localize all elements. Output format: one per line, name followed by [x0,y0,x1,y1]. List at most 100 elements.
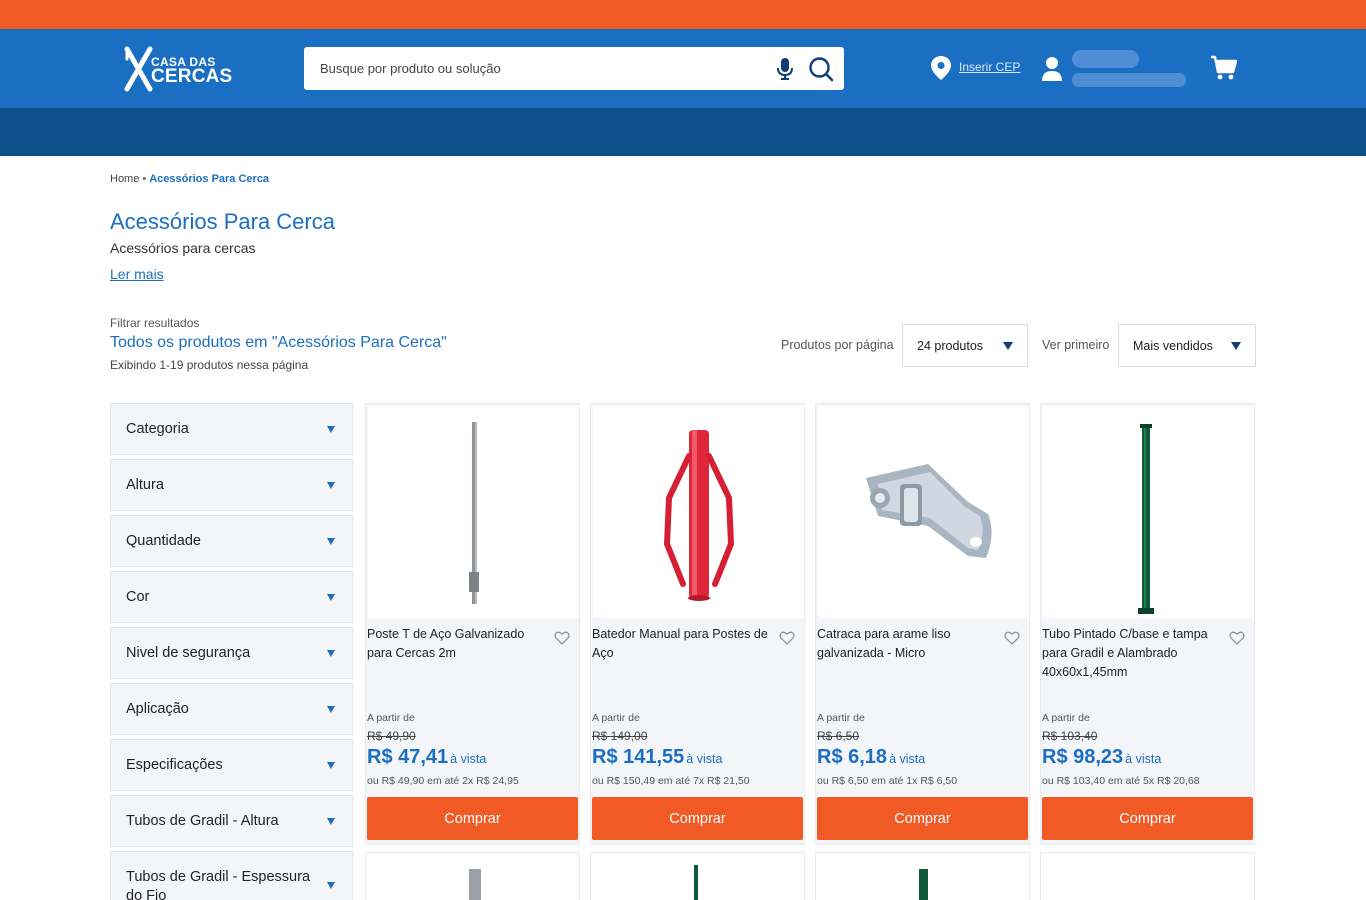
product-card[interactable] [590,852,805,900]
user-icon[interactable] [1041,56,1063,82]
location-pin-icon [931,56,951,80]
product-image[interactable] [818,406,1029,618]
cash-label: à vista [1125,752,1162,766]
page-title: Acessórios Para Cerca [110,209,335,234]
product-card[interactable] [365,852,580,900]
product-name[interactable]: Batedor Manual para Postes de Aço [592,625,772,663]
product-name[interactable]: Catraca para arame liso galvanizada - Mi… [817,625,997,663]
installments: ou R$ 6,50 em até 1x R$ 6,50 [817,775,958,787]
facet-nivel-seguranca[interactable]: Nivel de segurança [110,627,353,679]
facet-quantidade[interactable]: Quantidade [110,515,353,567]
user-name-placeholder [1072,50,1139,68]
cash-label: à vista [686,752,723,766]
filter-results-label: Filtrar resultados [110,316,200,330]
product-name[interactable]: Tubo Pintado C/base e tampa para Gradil … [1042,625,1222,682]
sort-value: Mais vendidos [1133,339,1213,353]
cash-label: à vista [450,752,487,766]
heart-icon[interactable] [1004,631,1020,645]
logo-x-mark [124,46,153,92]
facet-label: Tubos de Gradil - Altura [126,813,279,829]
product-card[interactable]: Catraca para arame liso galvanizada - Mi… [815,403,1030,845]
old-price: R$ 6,50 [817,729,860,743]
price-from-label: A partir de [1042,712,1090,724]
buy-button[interactable]: Comprar [592,797,803,840]
search-input[interactable] [304,47,764,90]
facet-cor[interactable]: Cor [110,571,353,623]
buy-button[interactable]: Comprar [817,797,1028,840]
facet-categoria[interactable]: Categoria [110,403,353,455]
price-value: R$ 47,41 [367,746,449,768]
product-card[interactable]: Tubo Pintado C/base e tampa para Gradil … [1040,403,1255,845]
per-page-select[interactable]: 24 produtos [902,324,1028,367]
facet-label: Quantidade [126,533,201,549]
product-card[interactable]: Poste T de Aço Galvanizado para Cercas 2… [365,403,580,845]
facet-label: Nivel de segurança [126,645,251,661]
price-from-label: A partir de [817,712,865,724]
facet-tubos-altura[interactable]: Tubos de Gradil - Altura [110,795,353,847]
chevron-down-icon [1003,342,1013,350]
per-page-label: Produtos por página [781,338,894,352]
insert-cep-link[interactable]: Inserir CEP [959,60,1020,74]
caret-down-icon [327,882,335,889]
current-price: R$ 98,23 à vista [1042,746,1161,769]
heart-icon[interactable] [779,631,795,645]
heart-icon[interactable] [1229,631,1245,645]
facet-label: Altura [126,477,164,493]
showing-count: Exibindo 1-19 produtos nessa página [110,358,309,372]
site-logo[interactable]: CASA DAS CERCAS [124,45,234,93]
current-price: R$ 141,55 à vista [592,746,722,769]
breadcrumb-current[interactable]: Acessórios Para Cerca [149,173,269,185]
facet-aplicacao[interactable]: Aplicação [110,683,353,735]
facet-especificacoes[interactable]: Especificações [110,739,353,791]
installments: ou R$ 103,40 em até 5x R$ 20,68 [1042,775,1200,787]
search-bar [304,47,844,90]
product-image [694,865,698,900]
old-price: R$ 49,90 [367,729,416,743]
caret-down-icon [327,538,335,545]
product-card[interactable]: Batedor Manual para Postes de Aço A part… [590,403,805,845]
t-post-image [469,422,479,604]
read-more-link[interactable]: Ler mais [110,266,164,282]
current-price: R$ 47,41 à vista [367,746,486,769]
product-image[interactable] [593,406,804,618]
heart-icon[interactable] [554,631,570,645]
current-price: R$ 6,18 à vista [817,746,925,769]
product-image [469,869,481,900]
microphone-icon[interactable] [774,57,796,81]
price-from-label: A partir de [367,712,415,724]
product-image [919,869,928,900]
facet-label: Aplicação [126,701,189,717]
facet-label: Especificações [126,757,223,773]
caret-down-icon [327,482,335,489]
breadcrumb-home[interactable]: Home [110,173,139,185]
post-driver-image [663,430,735,601]
product-card[interactable] [1040,852,1255,900]
product-image[interactable] [1043,406,1254,618]
product-name[interactable]: Poste T de Aço Galvanizado para Cercas 2… [367,625,547,663]
caret-down-icon [327,762,335,769]
product-card[interactable] [815,852,1030,900]
filter-sidebar: Categoria Altura Quantidade Cor Nivel de… [110,403,353,900]
sort-select[interactable]: Mais vendidos [1118,324,1256,367]
product-image[interactable] [368,406,579,618]
ratchet-image [866,464,992,558]
all-products-heading: Todos os produtos em "Acessórios Para Ce… [110,334,447,351]
per-page-value: 24 produtos [917,339,984,353]
cart-icon[interactable] [1210,54,1238,82]
caret-down-icon [327,426,335,433]
installments: ou R$ 150,49 em até 7x R$ 21,50 [592,775,750,787]
buy-button[interactable]: Comprar [367,797,578,840]
installments: ou R$ 49,90 em até 2x R$ 24,95 [367,775,519,787]
price-value: R$ 98,23 [1042,746,1124,768]
search-icon[interactable] [808,56,834,82]
painted-tube-image [1138,424,1154,614]
facet-label: Categoria [126,421,189,437]
caret-down-icon [327,706,335,713]
buy-button[interactable]: Comprar [1042,797,1253,840]
caret-down-icon [327,650,335,657]
logo-line-2: CERCAS [151,66,233,87]
facet-tubos-espessura[interactable]: Tubos de Gradil - Espessura do Fio [110,851,353,900]
chevron-down-icon [1231,342,1241,350]
price-value: R$ 141,55 [592,746,685,768]
facet-altura[interactable]: Altura [110,459,353,511]
